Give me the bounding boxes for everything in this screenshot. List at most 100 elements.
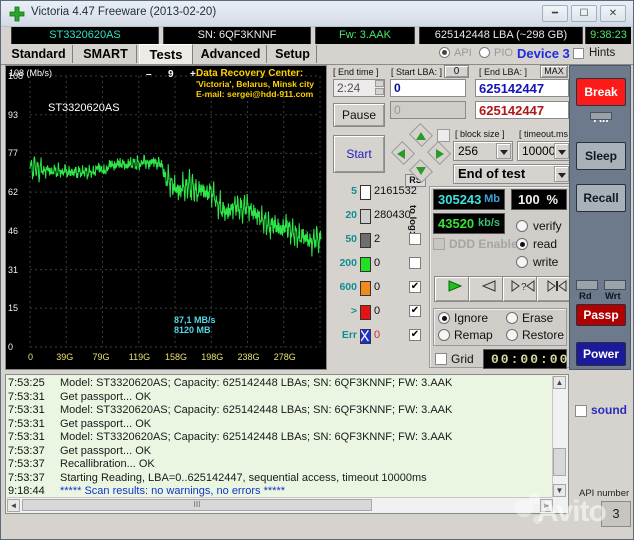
end-lba-max-button[interactable]: MAX [540,65,568,78]
counter-log-checkbox[interactable]: ✔ [409,281,421,293]
tab-smart[interactable]: SMART [75,45,137,63]
pio-radio[interactable] [479,47,490,58]
minimize-button[interactable]: ━ [542,5,568,22]
counter-row: 200 0 [329,255,425,279]
right-arrow-icon[interactable] [431,147,447,161]
counter-row: >0 ✔ [329,303,425,327]
graph-x-tick: 39G [56,352,74,362]
log-line: 7:53:31 Get passport... OK [8,418,550,432]
tab-setup[interactable]: Setup [269,45,317,63]
log-lines[interactable]: 7:53:25 Model: ST3320620AS; Capacity: 625… [8,377,550,499]
speed-unit: kb/s [477,217,500,229]
pause-button[interactable]: Pause [333,103,385,127]
counter-log-checkbox[interactable]: ✔ [409,329,421,341]
processed-value: 305243 [438,192,482,207]
graph-x-tick: 278G [273,352,296,362]
counter-value: 0 [374,257,381,269]
close-button[interactable]: ✕ [600,5,626,22]
sleep-button[interactable]: Sleep [576,142,626,170]
log-time: 7:53:31 [8,404,45,416]
log-line: 7:53:31 Get passport... OK [8,391,550,405]
log-message: Recallibration... OK [60,458,155,470]
tab-tests[interactable]: Tests [139,44,193,64]
log-scroll-thumb[interactable] [553,448,566,476]
drc-line3: E-mail: sergei@hdd-911.com [196,89,314,99]
percent-value: 100 [518,192,540,207]
power-button[interactable]: Power [576,342,626,366]
counter-value: 0 [374,329,381,341]
ddd-enable-checkbox[interactable] [433,238,445,250]
ignore-radio[interactable] [438,312,450,324]
grid-checkbox[interactable] [435,353,447,365]
graph-speed-stat: 87,1 MB/s [174,315,216,325]
skip-end-icon [547,280,566,292]
block-size-select[interactable]: 256 [453,141,513,161]
graph-y-tick: 108 [8,71,24,81]
graph-model-label: ST3320620AS [48,102,120,114]
log-line: 7:53:25 Model: ST3320620AS; Capacity: 625… [8,377,550,391]
graph-x-tick: 119G [128,352,151,362]
counter-log-checkbox[interactable]: ✔ [409,305,421,317]
end-time-spinner[interactable] [375,80,384,96]
zoom-in-button[interactable]: + [190,69,196,80]
log-message: Get passport... OK [60,390,152,403]
scroll-up-button[interactable]: ▲ [553,376,566,389]
chevron-down-icon[interactable] [554,166,569,182]
remap-radio[interactable] [438,329,450,341]
log-hscroll-thumb[interactable]: III [22,499,372,511]
chevron-down-icon[interactable] [496,143,511,159]
break-all-button[interactable]: Break All [576,78,626,125]
start-lba-zero-button[interactable]: 0 [444,65,469,78]
log-message: Get passport... OK [60,417,152,430]
graph-stats: 87,1 MB/s 8120 MB [174,315,216,335]
counter-log-checkbox[interactable] [409,233,421,245]
rd-led [576,280,598,290]
passport-button[interactable]: Passp [576,304,626,326]
log-message: Get passport... OK [60,444,152,457]
dpad-option-checkbox[interactable] [437,129,450,142]
chevron-down-icon[interactable] [554,143,569,159]
action-button-column: Break All Sleep Recall Rd Wrt Passp Powe… [569,65,631,370]
end-lba-field[interactable]: 625142447 [475,79,569,97]
erase-label: Erase [522,311,554,325]
progress-indicator [590,112,612,120]
drive-serial: SN: 6QF3KNNF [163,27,311,44]
log-time: 7:53:25 [8,377,45,389]
end-lba-field-2[interactable]: 625142447 [475,101,569,119]
erase-radio[interactable] [506,312,518,324]
counter-color-swatch [360,305,371,320]
sound-checkbox[interactable] [575,405,587,417]
log-horizontal-scrollbar[interactable]: ◄ III ► [7,497,553,512]
speed-graph-panel: 108 (Mb/s) ST3320620AS – 9 + Data Recove… [5,65,327,370]
down-arrow-icon[interactable] [412,164,430,178]
hints-checkbox[interactable] [573,48,584,59]
scroll-left-button[interactable]: ◄ [7,499,20,512]
up-arrow-icon[interactable] [412,129,430,143]
end-lba-label: [ End LBA: ] [479,67,528,77]
graph-y-tick: 31 [8,264,19,275]
recall-button[interactable]: Recall [576,184,626,212]
timeout-select[interactable]: 10000 [517,141,571,161]
write-radio[interactable] [516,256,528,268]
api-label: API [454,47,472,59]
counter-log-checkbox[interactable] [409,257,421,269]
end-action-select[interactable]: End of test [453,164,571,184]
tab-advanced[interactable]: Advanced [195,45,267,63]
maximize-button[interactable]: ☐ [571,5,597,22]
left-arrow-icon[interactable] [394,147,410,161]
log-time: 7:53:37 [8,444,45,457]
start-lba-field[interactable]: 0 [390,79,466,97]
window-title: Victoria 4.47 Freeware (2013-02-20) [31,6,217,18]
verify-radio[interactable] [516,220,528,232]
percent-lcd: 100 % [511,189,567,210]
read-radio[interactable] [516,238,528,250]
start-button[interactable]: Start [333,135,385,173]
end-action-value: End of test [458,166,526,181]
processed-lcd: 305243 Mb [433,189,505,210]
restore-radio[interactable] [506,329,518,341]
zoom-out-button[interactable]: – [146,69,152,80]
api-radio[interactable] [439,47,450,58]
watermark: Avito [513,493,633,539]
log-vertical-scrollbar[interactable]: ▲ ▼ [552,376,567,512]
tab-standard[interactable]: Standard [5,45,73,63]
